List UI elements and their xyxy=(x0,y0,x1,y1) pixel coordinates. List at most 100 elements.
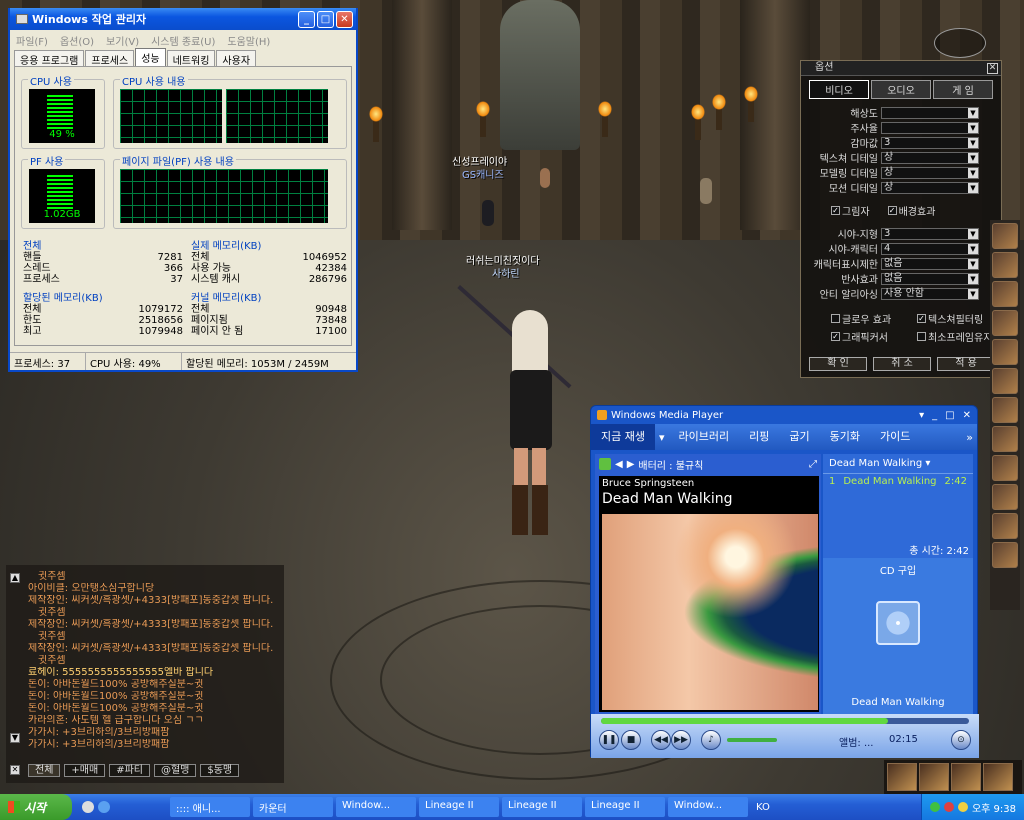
chat-tab-party[interactable]: #파티 xyxy=(109,764,150,777)
tab-game[interactable]: 게 임 xyxy=(933,80,993,99)
tab-now-playing[interactable]: 지금 재생 xyxy=(591,424,655,450)
menu-help[interactable]: 도움말(H) xyxy=(227,33,270,48)
menu-shutdown[interactable]: 시스템 종료(U) xyxy=(151,33,215,48)
tray-icon[interactable] xyxy=(929,802,940,812)
skill-slot[interactable] xyxy=(992,368,1018,394)
tab-sync[interactable]: 동기화 xyxy=(820,424,870,450)
start-button[interactable]: 시작 xyxy=(0,794,72,820)
game-options-window[interactable]: 옵션 ✕ 비디오 오디오 게 임 해상도 주사율 감마값3 텍스쳐 디테일상 모… xyxy=(800,60,1002,378)
taskbar-item[interactable]: Lineage II xyxy=(419,797,499,817)
skill-slot[interactable] xyxy=(992,484,1018,510)
reflection-select[interactable]: 없음 xyxy=(881,272,979,285)
skill-slot[interactable] xyxy=(887,763,917,791)
previous-button[interactable]: ◀◀ xyxy=(651,730,671,750)
taskbar-item[interactable]: Window... xyxy=(668,797,748,817)
tab-burn[interactable]: 굽기 xyxy=(779,424,819,450)
terrain-view-select[interactable]: 3 xyxy=(881,227,979,240)
refresh-rate-select[interactable] xyxy=(881,121,979,134)
tray-icon[interactable] xyxy=(943,802,954,812)
scroll-down-icon[interactable]: ▼ xyxy=(10,733,20,743)
volume-slider[interactable] xyxy=(727,738,777,742)
chat-window[interactable]: ▲ ▼ ✕ 귓주셈 아이비클: 오만탱소심구합니당 제작장인: 씨커셋/흑광셋/… xyxy=(6,565,284,783)
task-manager-titlebar[interactable]: Windows 작업 관리자 _ □ ✕ xyxy=(10,8,356,30)
next-button[interactable]: ▶▶ xyxy=(671,730,691,750)
character-view-select[interactable]: 4 xyxy=(881,242,979,255)
switch-mode-button[interactable]: ⊙ xyxy=(951,730,971,750)
tray-icon[interactable] xyxy=(957,802,968,812)
motion-detail-select[interactable]: 상 xyxy=(881,181,979,194)
skill-slot[interactable] xyxy=(992,455,1018,481)
fullscreen-icon[interactable]: ⤢ xyxy=(809,459,817,470)
ok-button[interactable]: 확 인 xyxy=(809,357,867,371)
skill-slot[interactable] xyxy=(992,252,1018,278)
tab-video[interactable]: 비디오 xyxy=(809,80,869,99)
menu-view[interactable]: 보기(V) xyxy=(106,33,139,48)
next-visualization-icon[interactable]: ▶ xyxy=(627,459,635,470)
playlist-title[interactable]: Dead Man Walking ▾ xyxy=(823,454,973,474)
taskbar-item[interactable]: :::: 애니... xyxy=(170,797,250,817)
skill-slot[interactable] xyxy=(992,542,1018,568)
media-player-titlebar[interactable]: Windows Media Player ▾ _ □ ✕ xyxy=(591,406,977,424)
tab-library[interactable]: 라이브러리 xyxy=(669,424,740,450)
media-player-window[interactable]: Windows Media Player ▾ _ □ ✕ 지금 재생 ▾ 라이브… xyxy=(590,405,979,758)
seek-bar[interactable] xyxy=(601,718,969,724)
skill-slot[interactable] xyxy=(992,513,1018,539)
close-button[interactable]: ✕ xyxy=(987,63,998,74)
previous-visualization-icon[interactable]: ◀ xyxy=(615,459,623,470)
skill-slot[interactable] xyxy=(992,223,1018,249)
chat-tab-trade[interactable]: +매매 xyxy=(64,764,106,777)
taskbar-item[interactable]: Lineage II xyxy=(502,797,582,817)
skill-slot[interactable] xyxy=(992,339,1018,365)
clock[interactable]: 오후 9:38 xyxy=(972,800,1016,815)
menu-options[interactable]: 옵션(O) xyxy=(60,33,94,48)
visualization-icon[interactable] xyxy=(599,458,611,470)
skill-slot[interactable] xyxy=(919,763,949,791)
menu-file[interactable]: 파일(F) xyxy=(16,33,48,48)
chat-tab-alliance[interactable]: $동맹 xyxy=(200,764,240,777)
glow-checkbox[interactable]: 글로우 효과 xyxy=(831,311,917,326)
task-manager-window[interactable]: Windows 작업 관리자 _ □ ✕ 파일(F) 옵션(O) 보기(V) 시… xyxy=(8,8,358,372)
taskbar-item[interactable]: Lineage II xyxy=(585,797,665,817)
npc[interactable] xyxy=(700,178,712,204)
antialiasing-select[interactable]: 사용 안함 xyxy=(881,287,979,300)
skill-slot[interactable] xyxy=(992,397,1018,423)
background-effect-checkbox[interactable]: ✓ 배경효과 xyxy=(887,203,935,218)
pause-button[interactable]: ❚❚ xyxy=(599,730,619,750)
stop-button[interactable]: ■ xyxy=(621,730,641,750)
language-indicator[interactable]: KO xyxy=(756,802,770,813)
more-icon[interactable]: » xyxy=(966,431,977,444)
dropdown-icon[interactable]: ▾ xyxy=(655,431,669,444)
player-character[interactable] xyxy=(490,310,570,540)
cancel-button[interactable]: 취 소 xyxy=(873,357,931,371)
tab-guide[interactable]: 가이드 xyxy=(870,424,920,450)
skill-slot[interactable] xyxy=(992,426,1018,452)
resolution-select[interactable] xyxy=(881,106,979,119)
scroll-up-icon[interactable]: ▲ xyxy=(10,573,20,583)
tab-rip[interactable]: 리핑 xyxy=(739,424,779,450)
skill-slot[interactable] xyxy=(951,763,981,791)
minimize-button[interactable]: _ xyxy=(932,410,937,421)
minimap-compass[interactable] xyxy=(934,28,986,58)
minimize-button[interactable]: _ xyxy=(298,10,315,28)
close-button[interactable]: ✕ xyxy=(336,10,353,28)
quicklaunch-icon[interactable] xyxy=(98,801,110,813)
graphic-cursor-checkbox[interactable]: ✓ 그래픽커서 xyxy=(831,329,917,344)
gamma-select[interactable]: 3 xyxy=(881,136,979,149)
chat-settings-icon[interactable]: ✕ xyxy=(10,765,20,775)
cd-case-icon[interactable] xyxy=(876,601,920,645)
npc[interactable] xyxy=(540,168,550,188)
skill-slot[interactable] xyxy=(992,310,1018,336)
time-display[interactable]: 02:15 xyxy=(889,734,918,745)
maximize-button[interactable]: □ xyxy=(945,410,954,421)
quicklaunch-icon[interactable] xyxy=(82,801,94,813)
apply-button[interactable]: 적 용 xyxy=(937,357,995,371)
character-limit-select[interactable]: 없음 xyxy=(881,257,979,270)
taskbar-item[interactable]: 카운터 xyxy=(253,797,333,817)
shadow-checkbox[interactable]: ✓ 그림자 xyxy=(831,203,870,218)
menu-arrow-icon[interactable]: ▾ xyxy=(919,410,924,421)
texture-detail-select[interactable]: 상 xyxy=(881,151,979,164)
chat-tab-clan[interactable]: @혈맹 xyxy=(153,764,197,777)
taskbar-item[interactable]: Window... xyxy=(336,797,416,817)
mute-button[interactable]: ♪ xyxy=(701,730,721,750)
player-character[interactable] xyxy=(482,200,494,226)
